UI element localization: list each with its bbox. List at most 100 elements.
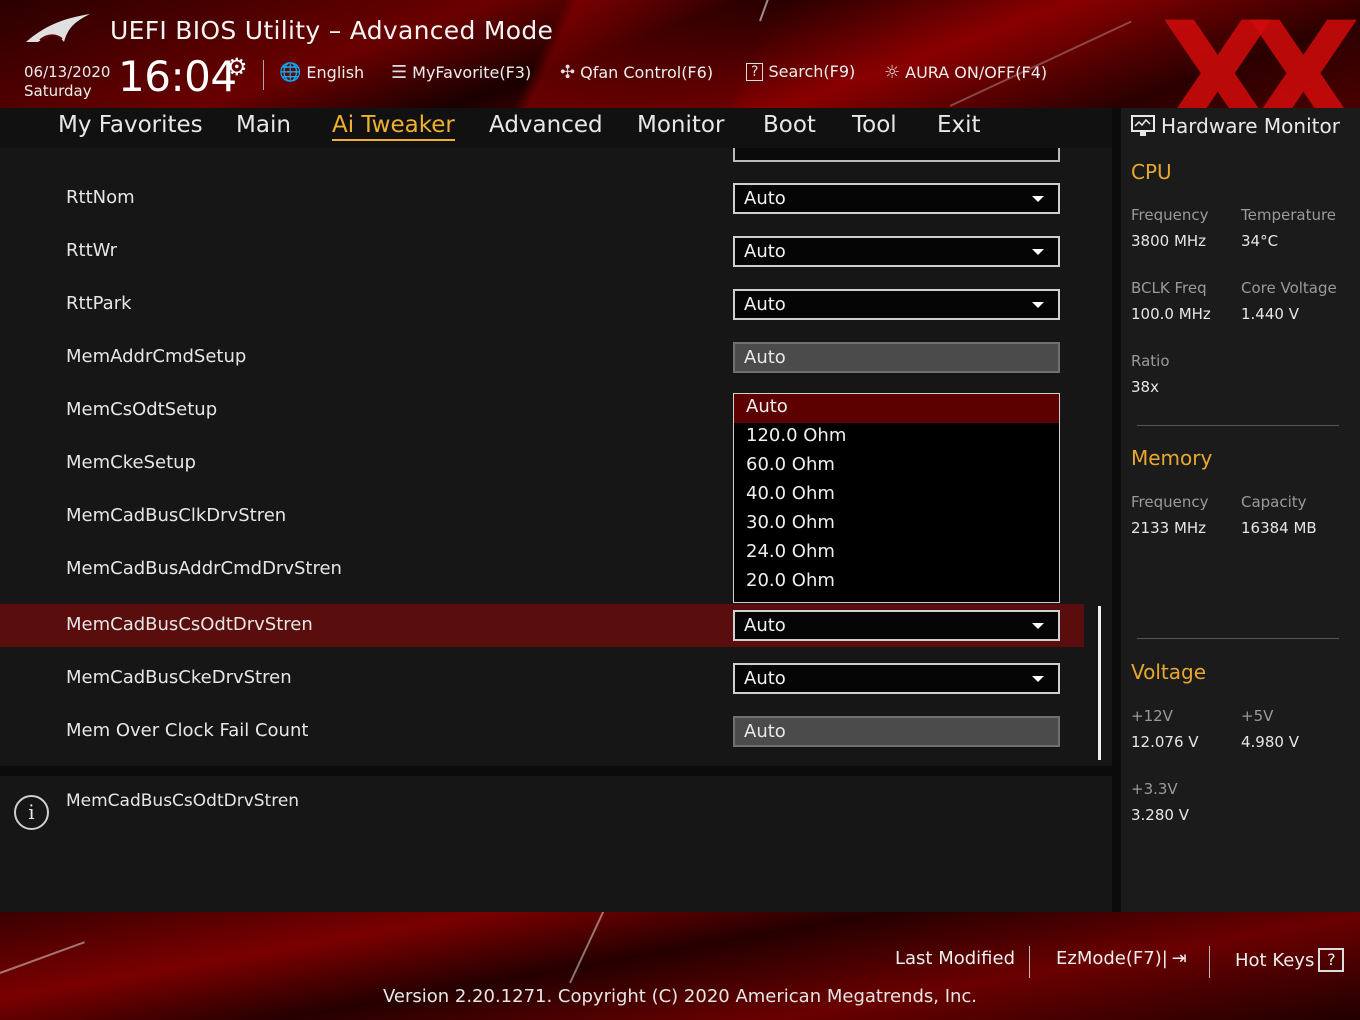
setting-label: Mem Over Clock Fail Count [66,720,309,741]
rttnom-dropdown[interactable]: Auto [733,183,1060,214]
core-voltage-value: 1.440 V [1241,305,1299,323]
memcadbusckedrvstren-dropdown[interactable]: Auto [733,663,1060,694]
setting-row-memaddrcmdsetup[interactable]: MemAddrCmdSetup Auto [0,336,1084,379]
dropdown-arrow-icon [1032,302,1044,308]
footer-divider [1029,946,1030,978]
aura-toggle-button[interactable]: ☼ AURA ON/OFF(F4) [884,62,1047,83]
myfavorite-label: MyFavorite(F3) [412,63,532,82]
memory-capacity-label: Capacity [1241,493,1307,511]
date-text: 06/13/2020 [24,63,111,81]
setting-label: MemCadBusCkeDrvStren [66,667,292,688]
rttwr-dropdown[interactable]: Auto [733,236,1060,267]
dropdown-options-list: Auto 120.0 Ohm 60.0 Ohm 40.0 Ohm 30.0 Oh… [733,393,1060,603]
setting-label: MemCadBusClkDrvStren [66,505,287,526]
setting-label: MemCkeSetup [66,452,196,473]
info-icon: i [14,795,49,830]
memory-capacity-value: 16384 MB [1241,519,1317,537]
language-label: English [306,63,365,82]
tab-boot[interactable]: Boot [763,112,816,138]
header-bar: UEFI BIOS Utility – Advanced Mode 06/13/… [0,0,1360,108]
setting-label: MemCadBusCsOdtDrvStren [66,614,313,635]
cpu-temperature-value: 34°C [1241,232,1279,250]
help-key-icon: ? [1318,948,1345,972]
memory-heading: Memory [1131,446,1213,470]
dropdown-option[interactable]: 120.0 Ohm [734,423,1059,452]
rttpark-dropdown[interactable]: Auto [733,289,1060,320]
memcadbuscsodtdrvstren-dropdown[interactable]: Auto [733,610,1060,641]
search-button[interactable]: ? Search(F9) [746,62,855,81]
dropdown-arrow-icon [1032,623,1044,629]
setting-label: RttWr [66,240,118,261]
cpu-temperature-label: Temperature [1241,206,1337,224]
v33-label: +3.3V [1131,780,1178,798]
dropdown-value: Auto [744,294,786,315]
dropdown-value: Auto [744,241,786,262]
myfavorite-button[interactable]: ☰ MyFavorite(F3) [391,62,531,83]
hardware-monitor-title: Hardware Monitor [1131,114,1340,138]
dropdown-option[interactable]: Auto [734,394,1059,423]
aura-label: AURA ON/OFF(F4) [905,63,1048,82]
settings-scrollbar[interactable] [1098,606,1101,760]
core-voltage-label: Core Voltage [1241,279,1337,297]
xx-watermark-logo: XX [1160,0,1360,108]
tab-tool[interactable]: Tool [852,112,897,138]
v5-value: 4.980 V [1241,733,1299,751]
voltage-heading: Voltage [1131,660,1207,684]
app-title: UEFI BIOS Utility – Advanced Mode [110,16,554,45]
setting-row-rttwr[interactable]: RttWr Auto [0,230,1084,273]
dropdown-option[interactable]: 20.0 Ohm [734,568,1059,597]
setting-row-memcadbuscekdrvstren[interactable]: MemCadBusCkeDrvStren Auto [0,657,1084,700]
setting-row-rttpark[interactable]: RttPark Auto [0,283,1084,326]
rog-logo-icon [26,14,90,42]
decorative-streak [759,0,802,22]
globe-icon: 🌐 [279,62,302,83]
clock-settings-gear-icon[interactable]: ⚙ [226,53,248,81]
hot-keys-button[interactable]: Hot Keys ? [1235,948,1345,972]
version-copyright: Version 2.20.1271. Copyright (C) 2020 Am… [382,986,978,1007]
ratio-label: Ratio [1131,352,1170,370]
setting-label: RttNom [66,187,135,208]
setting-label: RttPark [66,293,132,314]
clock-time: 16:04 [118,52,237,101]
main-menu-tabs: My Favorites Main Ai Tweaker Advanced Mo… [0,108,1112,148]
fan-icon: ✣ [560,62,576,83]
header-divider [263,60,264,90]
tab-ai-tweaker[interactable]: Ai Tweaker [332,112,455,141]
setting-label: MemAddrCmdSetup [66,346,247,367]
dropdown-option[interactable]: 24.0 Ohm [734,539,1059,568]
dropdown-partially-scrolled [733,148,1060,162]
tab-advanced[interactable]: Advanced [489,112,603,138]
setting-row-rttnom[interactable]: RttNom Auto [0,177,1084,220]
dropdown-value: Auto [744,188,786,209]
decorative-streak [0,941,85,974]
qfan-label: Qfan Control(F6) [580,63,714,82]
dropdown-option[interactable]: 60.0 Ohm [734,452,1059,481]
qfan-control-button[interactable]: ✣ Qfan Control(F6) [560,62,713,83]
tab-main[interactable]: Main [236,112,291,138]
tab-exit[interactable]: Exit [937,112,981,138]
footer-divider [1209,946,1210,978]
last-modified-button[interactable]: Last Modified [895,948,1015,969]
search-label: Search(F9) [768,62,856,81]
setting-label: MemCsOdtSetup [66,399,218,420]
bclk-value: 100.0 MHz [1131,305,1211,323]
setting-row-memcadbuscsodtdrvstren[interactable]: MemCadBusCsOdtDrvStren Auto [0,604,1084,647]
monitor-divider [1137,425,1339,426]
dropdown-value: Auto [744,615,786,636]
setting-row-mem-over-clock-fail-count[interactable]: Mem Over Clock Fail Count Auto [0,710,1084,753]
field-value: Auto [744,347,786,368]
hardware-monitor-panel: Hardware Monitor CPU Frequency Temperatu… [1121,108,1360,912]
ezmode-button[interactable]: EzMode(F7)| ⇥ [1056,948,1187,969]
dropdown-option[interactable]: 40.0 Ohm [734,481,1059,510]
v12-value: 12.076 V [1131,733,1199,751]
ratio-value: 38x [1131,378,1159,396]
mem-over-clock-fail-count-field[interactable]: Auto [733,716,1060,747]
tab-my-favorites[interactable]: My Favorites [58,112,203,138]
dropdown-arrow-icon [1032,196,1044,202]
language-button[interactable]: 🌐 English [279,62,364,83]
dropdown-option[interactable]: 30.0 Ohm [734,510,1059,539]
tab-monitor[interactable]: Monitor [637,112,724,138]
monitor-divider [1137,638,1339,639]
cpu-frequency-label: Frequency [1131,206,1209,224]
memaddrcmdsetup-field[interactable]: Auto [733,342,1060,373]
